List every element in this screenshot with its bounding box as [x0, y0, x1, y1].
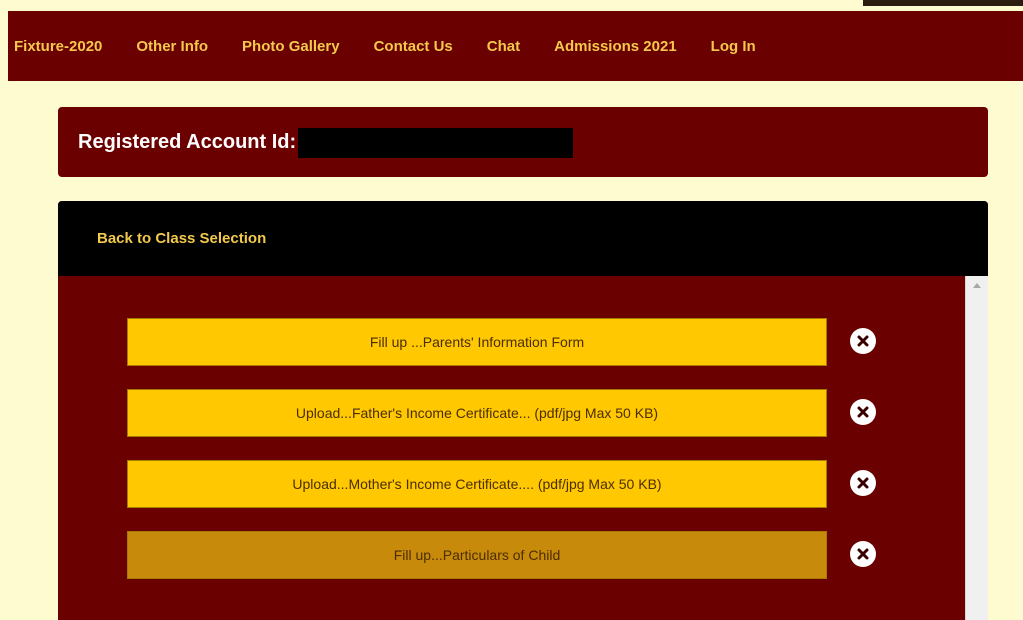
upload-panel: Back to Class Selection Fill up ...Paren… [58, 201, 988, 620]
nav-fixture-2020[interactable]: Fixture-2020 [14, 38, 102, 55]
nav-log-in[interactable]: Log In [711, 38, 756, 55]
main-navbar: Fixture-2020 Other Info Photo Gallery Co… [8, 11, 1023, 81]
action-row: Fill up ...Parents' Information Form [127, 318, 917, 368]
close-icon[interactable] [850, 541, 876, 567]
close-icon[interactable] [850, 399, 876, 425]
father-income-certificate-upload-button[interactable]: Upload...Father's Income Certificate... … [127, 389, 827, 437]
scroll-up-arrow-icon[interactable] [973, 283, 981, 288]
top-strip [0, 0, 1023, 11]
account-id-label: Registered Account Id: [78, 130, 297, 153]
back-to-class-selection-link[interactable]: Back to Class Selection [97, 230, 266, 247]
action-row: Upload...Father's Income Certificate... … [127, 389, 917, 439]
nav-contact-us[interactable]: Contact Us [374, 38, 453, 55]
nav-photo-gallery[interactable]: Photo Gallery [242, 38, 340, 55]
panel-body: Fill up ...Parents' Information Form Upl… [58, 276, 964, 620]
nav-admissions-2021[interactable]: Admissions 2021 [554, 38, 677, 55]
close-icon[interactable] [850, 328, 876, 354]
registered-account-box: Registered Account Id: [58, 107, 988, 177]
nav-other-info[interactable]: Other Info [136, 38, 208, 55]
panel-scrollbar[interactable] [965, 276, 988, 620]
particulars-of-child-button[interactable]: Fill up...Particulars of Child [127, 531, 827, 579]
top-strip-dark [863, 0, 1023, 6]
nav-chat[interactable]: Chat [487, 38, 520, 55]
parents-information-form-button[interactable]: Fill up ...Parents' Information Form [127, 318, 827, 366]
action-row: Fill up...Particulars of Child [127, 531, 917, 581]
close-icon[interactable] [850, 470, 876, 496]
panel-header: Back to Class Selection [58, 201, 988, 276]
action-row: Upload...Mother's Income Certificate....… [127, 460, 917, 510]
mother-income-certificate-upload-button[interactable]: Upload...Mother's Income Certificate....… [127, 460, 827, 508]
account-id-redacted [298, 128, 574, 158]
